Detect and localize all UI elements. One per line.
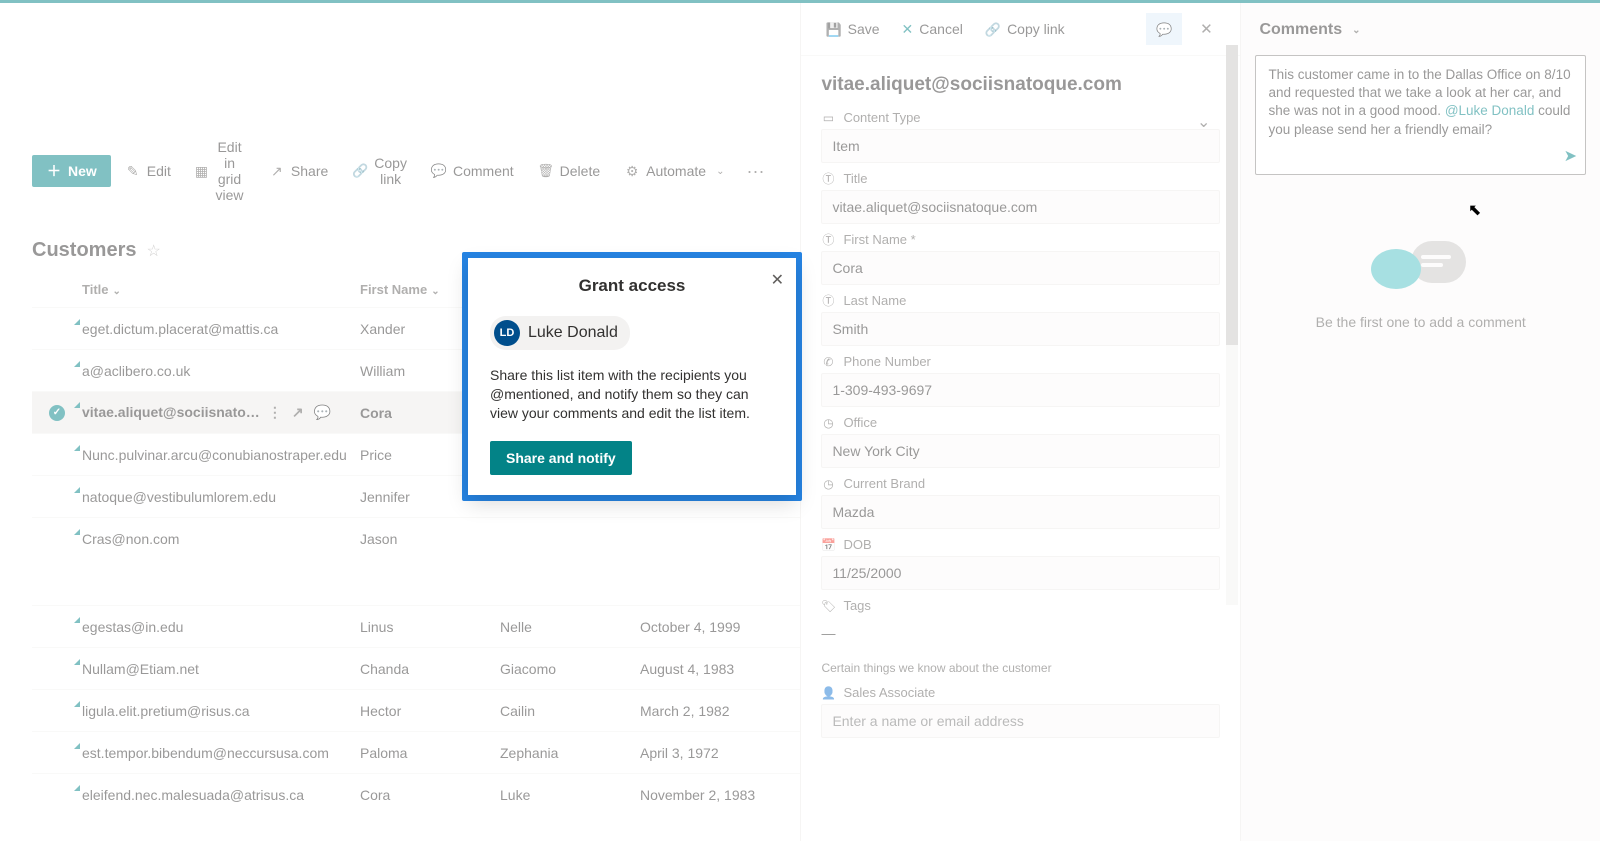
persona-chip[interactable]: LD Luke Donald xyxy=(490,316,630,350)
dialog-body: Share this list item with the recipients… xyxy=(490,366,774,423)
dialog-title: Grant access xyxy=(490,276,774,296)
dialog-close-button[interactable] xyxy=(771,270,784,290)
avatar: LD xyxy=(494,320,520,346)
persona-name: Luke Donald xyxy=(528,324,618,342)
grant-access-dialog: Grant access LD Luke Donald Share this l… xyxy=(468,258,796,495)
dialog-highlight: Grant access LD Luke Donald Share this l… xyxy=(462,252,802,501)
share-and-notify-button[interactable]: Share and notify xyxy=(490,441,632,475)
